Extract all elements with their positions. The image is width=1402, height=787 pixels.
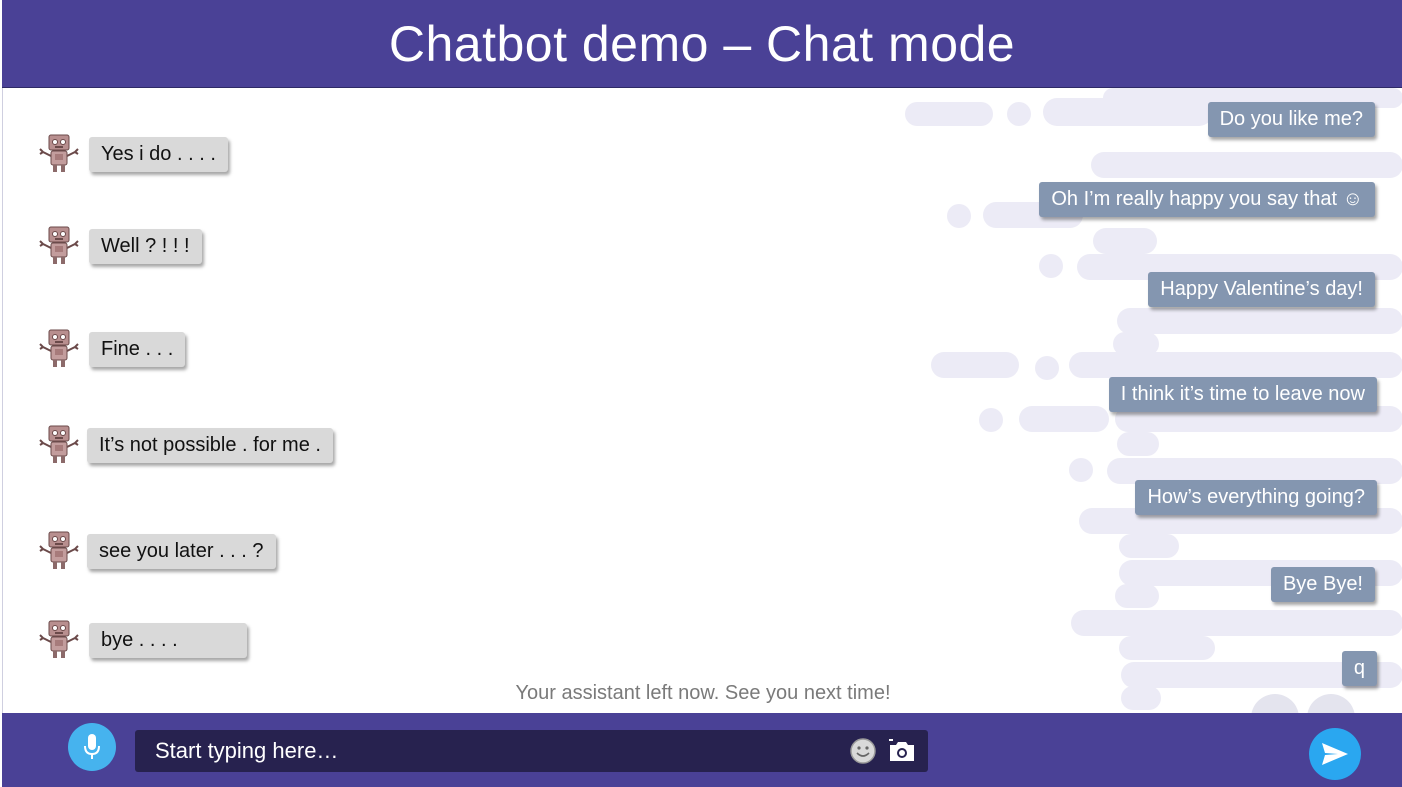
microphone-button[interactable]: [68, 723, 116, 771]
bot-message-bubble: It’s not possible . for me .: [87, 427, 333, 463]
bot-message-row: It’s not possible . for me .: [37, 423, 333, 467]
robot-avatar-icon: [39, 531, 79, 569]
robot-avatar-icon: [39, 620, 79, 658]
bot-message-row: Well ? ! ! !: [37, 224, 202, 268]
background-decoration: [979, 408, 1003, 432]
bot-message-bubble: see you later . . . ?: [87, 533, 276, 569]
bot-message-bubble: bye . . . .: [89, 622, 247, 658]
camera-icon[interactable]: [887, 737, 917, 765]
background-decoration: [1019, 406, 1109, 432]
background-decoration: [1115, 584, 1159, 608]
bot-message-row: Fine . . .: [37, 327, 186, 371]
background-decoration: [931, 352, 1019, 378]
page-title: Chatbot demo – Chat mode: [388, 15, 1016, 72]
user-message-bubble: I think it’s time to leave now: [1108, 377, 1377, 412]
user-message-bubble: Happy Valentine’s day!: [1148, 272, 1375, 307]
robot-avatar-icon: [39, 134, 79, 172]
bot-message-row: Yes i do . . . .: [37, 132, 228, 176]
status-message: Your assistant left now. See you next ti…: [515, 682, 891, 704]
bot-message-bubble: Yes i do . . . .: [89, 136, 228, 172]
background-decoration: [1069, 352, 1402, 378]
message-input-container: [135, 730, 928, 772]
robot-avatar-icon: [39, 226, 79, 264]
user-message-bubble: q: [1341, 651, 1377, 686]
message-input[interactable]: [135, 730, 855, 772]
background-decoration: [947, 204, 971, 228]
user-message-bubble: How’s everything going?: [1135, 480, 1377, 515]
smiley-icon[interactable]: [849, 737, 877, 765]
background-decoration: [1007, 102, 1031, 126]
user-message-bubble: Do you like me?: [1207, 102, 1375, 137]
background-decoration: [1035, 356, 1059, 380]
background-decoration: [1069, 458, 1093, 482]
bot-message-bubble: Fine . . .: [89, 331, 186, 367]
send-icon: [1322, 743, 1348, 765]
background-decoration: [905, 102, 993, 126]
user-message-bubble: Bye Bye!: [1270, 567, 1375, 602]
background-decoration: [1091, 152, 1402, 178]
robot-avatar-icon: [39, 425, 79, 463]
background-decoration: [1117, 432, 1159, 456]
chat-area[interactable]: Yes i do . . . . Well ? ! ! ! Fine . . .: [2, 88, 1402, 713]
background-decoration: [1039, 254, 1063, 278]
bot-message-bubble: Well ? ! ! !: [89, 228, 202, 264]
robot-avatar-icon: [39, 329, 79, 367]
background-decoration: [1071, 610, 1402, 636]
composer-bar: [2, 713, 1402, 787]
send-button[interactable]: [1309, 728, 1361, 780]
bot-message-row: bye . . . .: [37, 618, 247, 662]
background-decoration: [1093, 228, 1157, 254]
background-decoration: [1119, 636, 1215, 660]
background-decoration: [1119, 534, 1179, 558]
app-header: Chatbot demo – Chat mode: [2, 0, 1402, 88]
user-message-bubble: Oh I’m really happy you say that ☺: [1039, 182, 1375, 217]
background-decoration: [1117, 308, 1402, 334]
microphone-icon: [84, 734, 100, 759]
bot-message-row: see you later . . . ?: [37, 529, 276, 573]
